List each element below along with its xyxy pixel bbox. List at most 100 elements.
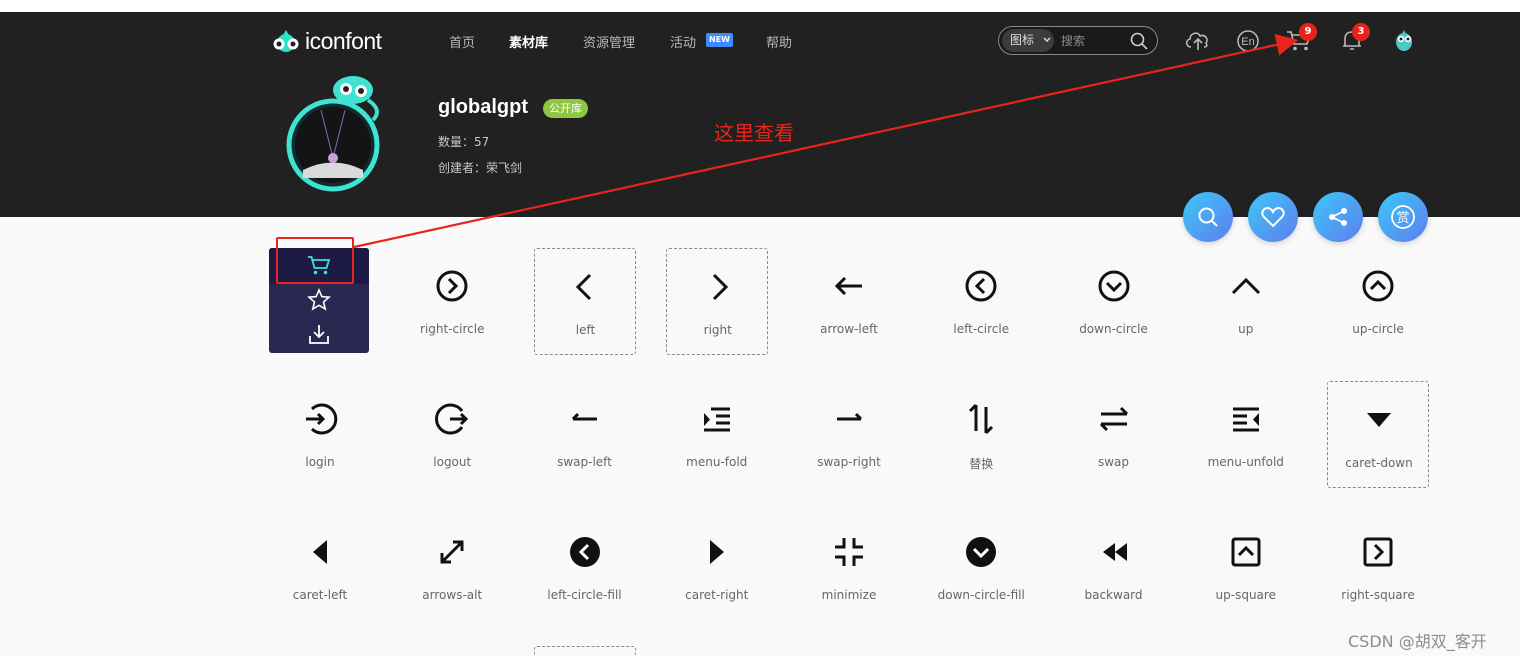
logo-text: iconfont (305, 27, 382, 54)
icon-label: menu-unfold (1207, 455, 1284, 469)
right-circle-icon (401, 268, 503, 304)
left-icon (535, 269, 637, 305)
search-input[interactable] (1061, 29, 1127, 52)
icon-card-left[interactable]: left (533, 248, 637, 355)
download-button[interactable] (307, 322, 331, 346)
annotation-text: 这里查看 (714, 121, 794, 145)
icon-label: down-circle-fill (937, 588, 1025, 602)
search-type-select[interactable]: 图标 (1002, 29, 1054, 52)
icon-label: swap-left (557, 455, 612, 469)
right-square-icon (1327, 534, 1429, 570)
right-icon (667, 269, 769, 305)
caret-down-icon (1328, 402, 1430, 438)
left-circle-icon (930, 268, 1032, 304)
icon-card-minimize[interactable]: minimize (798, 514, 900, 621)
top-strip (0, 0, 1520, 12)
icon-label: right-circle (420, 322, 485, 336)
icon-label: caret-down (1345, 456, 1413, 470)
icon-card-menu-unfold[interactable]: menu-unfold (1195, 381, 1297, 488)
icon-card-backward[interactable]: backward (1063, 514, 1165, 621)
menu-unfold-icon (1195, 401, 1297, 437)
icon-label: up (1238, 322, 1254, 336)
reward-icon: 赏 (1391, 205, 1415, 229)
caret-left-icon (269, 534, 371, 570)
chevron-down-icon (1043, 37, 1051, 42)
share-icon (1329, 208, 1347, 226)
search-type-label: 图标 (1010, 33, 1035, 47)
logo[interactable]: iconfont (271, 28, 382, 54)
icon-card-arrows-alt[interactable]: arrows-alt (401, 514, 503, 621)
icon-card-logout[interactable]: logout (401, 381, 503, 488)
icon-label: logout (433, 455, 472, 469)
icon-card-down-circle[interactable]: down-circle (1063, 248, 1165, 355)
nav-activities[interactable]: 活动 (670, 32, 696, 51)
icon-card-right[interactable]: right (665, 248, 769, 355)
library-title: globalgpt (438, 96, 528, 118)
icon-card-right-square[interactable]: right-square (1327, 514, 1429, 621)
icon-card-partial[interactable] (533, 646, 636, 656)
icon-label: menu-fold (686, 455, 748, 469)
icon-label: arrow-left (820, 322, 878, 336)
svg-text:En: En (1241, 36, 1254, 48)
nav-home[interactable]: 首页 (449, 32, 475, 51)
icon-label: left-circle-fill (547, 588, 622, 602)
caret-right-icon (666, 534, 768, 570)
fab-share-button[interactable] (1313, 192, 1363, 242)
down-circle-fill-icon (930, 534, 1032, 570)
icon-card-menu-fold[interactable]: menu-fold (666, 381, 768, 488)
menu-fold-icon (666, 401, 768, 437)
icon-card-up-circle[interactable]: up-circle (1327, 248, 1429, 355)
icon-label: right-square (1341, 588, 1415, 602)
svg-text:赏: 赏 (1396, 211, 1409, 226)
icon-card-right-circle[interactable]: right-circle (401, 248, 503, 355)
fab-favorite-button[interactable] (1248, 192, 1298, 242)
fab-search-button[interactable] (1183, 192, 1233, 242)
icon-card-swap-right[interactable]: swap-right (798, 381, 900, 488)
icon-card-swap[interactable]: swap (1063, 381, 1165, 488)
search-box: 图标 (998, 26, 1158, 55)
icon-card-up[interactable]: up (1195, 248, 1297, 355)
left-circle-fill-icon (534, 534, 636, 570)
icon-label: right (703, 323, 732, 337)
logo-mark-icon (273, 30, 299, 52)
language-en-icon[interactable]: En (1236, 29, 1260, 53)
icon-label: up-square (1215, 588, 1276, 602)
icon-label: swap (1097, 455, 1130, 469)
nav-resource-management[interactable]: 资源管理 (583, 32, 635, 51)
icon-label: left-circle (953, 322, 1010, 336)
icon-card-swap-left[interactable]: swap-left (534, 381, 636, 488)
nav-help[interactable]: 帮助 (766, 32, 792, 51)
public-library-badge: 公开库 (543, 99, 588, 118)
icon-card-left-circle[interactable]: left-circle (930, 248, 1032, 355)
favorite-button[interactable] (307, 288, 331, 312)
icon-card-caret-right[interactable]: caret-right (666, 514, 768, 621)
nav-materials[interactable]: 素材库 (509, 32, 548, 51)
search-icon[interactable] (1129, 31, 1149, 51)
icon-label: up-circle (1352, 322, 1404, 336)
icon-label: swap-right (817, 455, 881, 469)
icon-card-down-circle-fill[interactable]: down-circle-fill (930, 514, 1032, 621)
upload-cloud-icon[interactable] (1184, 28, 1212, 52)
icon-card-caret-down[interactable]: caret-down (1327, 381, 1429, 488)
up-icon (1195, 268, 1297, 304)
watermark: CSDN @胡双_客开 (1348, 632, 1487, 651)
icon-label: login (305, 455, 335, 469)
up-square-icon (1195, 534, 1297, 570)
star-icon (307, 288, 331, 311)
icon-card-arrow-left[interactable]: arrow-left (798, 248, 900, 355)
icon-card-caret-left[interactable]: caret-left (269, 514, 371, 621)
fab-reward-button[interactable]: 赏 (1378, 192, 1428, 242)
icon-label: backward (1084, 588, 1143, 602)
icon-label: caret-left (292, 588, 348, 602)
heart-icon (1261, 206, 1285, 228)
new-badge: NEW (706, 33, 733, 47)
icon-count: 数量：57 (438, 135, 490, 149)
user-avatar[interactable] (1392, 26, 1416, 54)
icon-card-left-circle-fill[interactable]: left-circle-fill (534, 514, 636, 621)
down-circle-icon (1063, 268, 1165, 304)
icon-card-replace[interactable]: 替换 (930, 381, 1032, 488)
annotation-highlight-box (276, 237, 354, 284)
replace-icon (930, 401, 1032, 437)
icon-card-up-square[interactable]: up-square (1195, 514, 1297, 621)
icon-card-login[interactable]: login (269, 381, 371, 488)
